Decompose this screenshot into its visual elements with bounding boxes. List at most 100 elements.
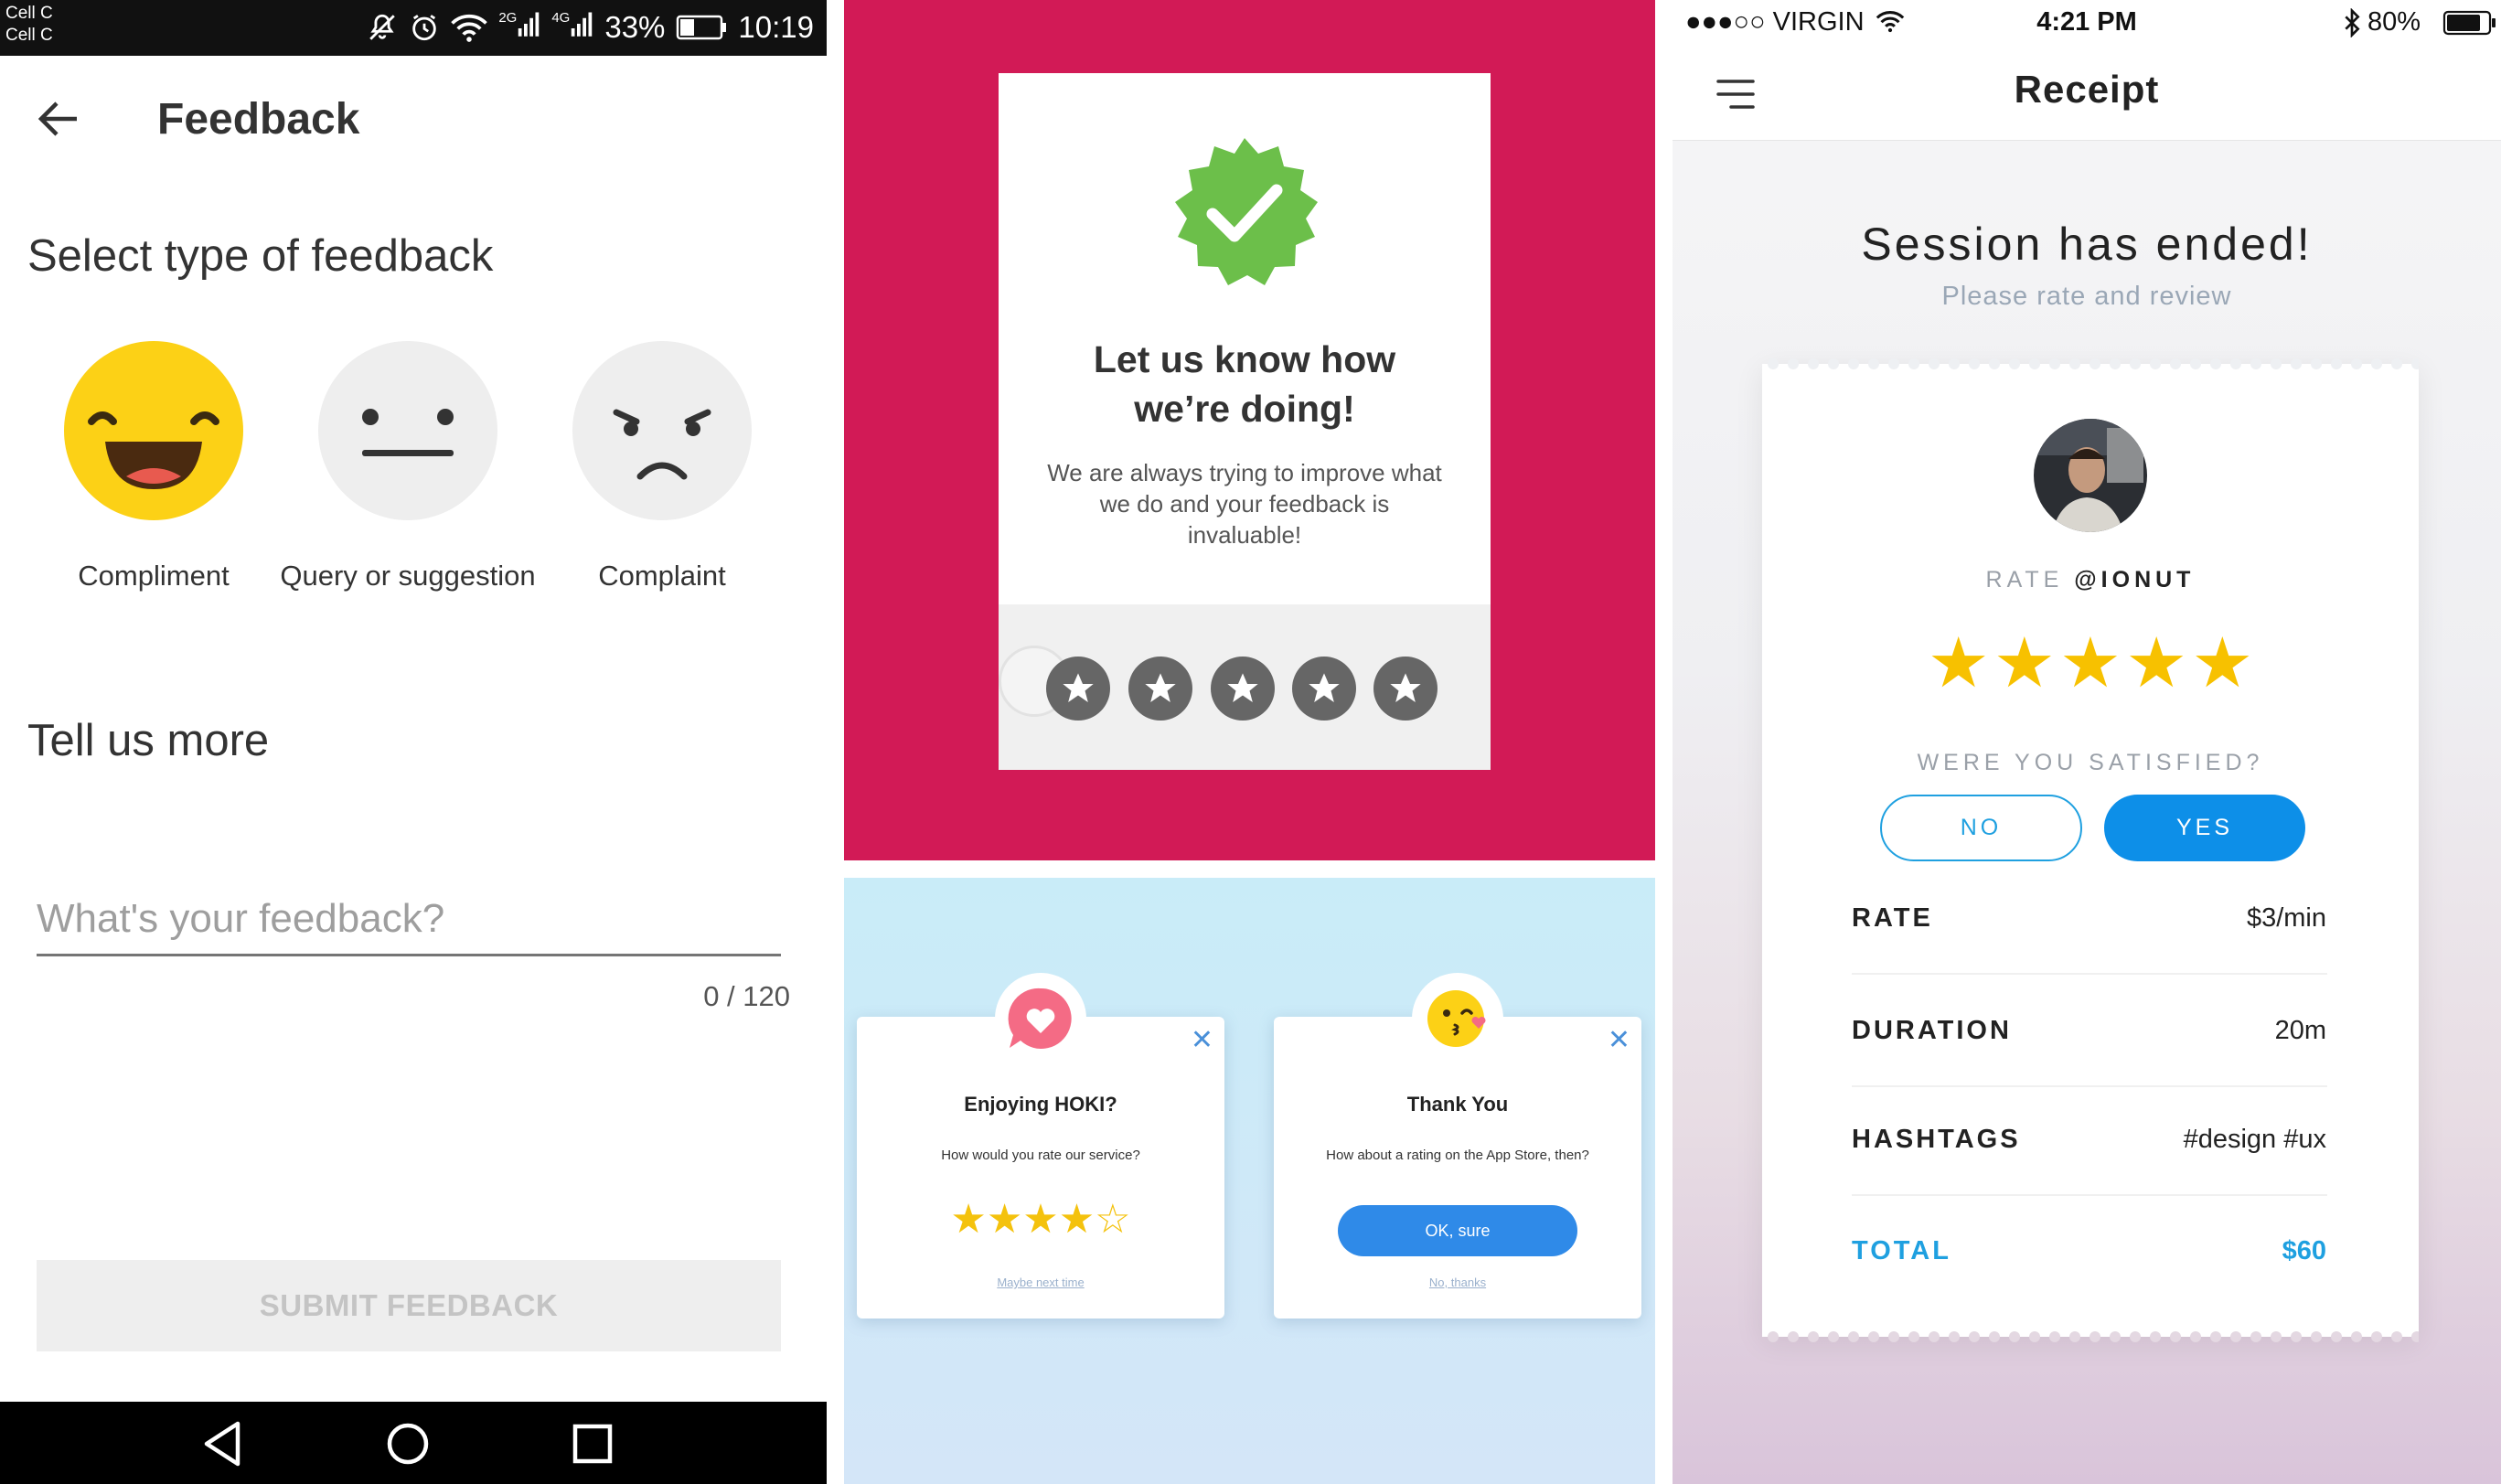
rate-row-value: $3/min [2246, 903, 2326, 933]
nav-back-icon[interactable] [201, 1420, 245, 1468]
row-divider [1852, 1085, 2327, 1087]
dialog-badge [995, 973, 1086, 1064]
star-empty-5[interactable]: ☆ [1095, 1200, 1130, 1240]
dialog-badge [1412, 973, 1503, 1064]
star-button-4[interactable] [1292, 657, 1356, 721]
ticket-scallop [2311, 358, 2322, 369]
carrier-1: Cell C [5, 4, 53, 23]
ticket-scallop [1989, 1331, 2000, 1342]
star-icon [1309, 673, 1340, 702]
duration-row-key: DURATION [1852, 1016, 2012, 1045]
submit-feedback-button[interactable]: SUBMIT FEEDBACK [37, 1260, 781, 1351]
signal-icon [518, 12, 540, 37]
row-divider [1852, 973, 2327, 975]
ticket-scallop [1768, 1331, 1779, 1342]
ticket-scallop [2090, 358, 2100, 369]
yes-button[interactable]: YES [2104, 795, 2305, 861]
star-icon [1063, 673, 1094, 702]
clock: 10:19 [738, 10, 814, 44]
star-3[interactable]: ★ [2059, 629, 2122, 699]
ticket-scallop [2331, 358, 2342, 369]
ticket-scallop [1969, 358, 1980, 369]
close-icon[interactable]: ✕ [1191, 1024, 1213, 1056]
ticket-scallop [2291, 358, 2302, 369]
ticket-scallop [1868, 358, 1879, 369]
ticket-scallop [2069, 358, 2080, 369]
receipt-screen: ●●●○○ VIRGIN 4:21 PM 80% Receipt Session… [1673, 0, 2501, 1484]
ticket-scallop [1929, 358, 1940, 369]
star-filled-4[interactable]: ★ [1059, 1200, 1095, 1240]
no-thanks-link[interactable]: No, thanks [1274, 1276, 1641, 1289]
maybe-next-time-link[interactable]: Maybe next time [857, 1276, 1224, 1289]
bluetooth-icon [2345, 8, 2360, 37]
ticket-scallop [1768, 358, 1779, 369]
nav-home-icon[interactable] [386, 1422, 430, 1466]
query-option[interactable] [318, 341, 497, 520]
verified-badge-icon [1175, 138, 1318, 285]
ticket-scallop [2311, 1331, 2322, 1342]
ticket-scallop [2371, 1331, 2382, 1342]
star-4[interactable]: ★ [2125, 629, 2187, 699]
feedback-screen: Cell C Cell C 2G 4G 33% 10:19 Feedback S… [0, 0, 827, 1484]
rating-stars[interactable]: ★★★★★ [1762, 629, 2419, 699]
star-button-3[interactable] [1211, 657, 1275, 721]
dialog-star-rating[interactable]: ★★★★☆ [857, 1200, 1224, 1240]
nav-recents-icon[interactable] [572, 1424, 613, 1464]
ios-nav-bar: Receipt [1673, 48, 2501, 141]
ticket-scallop [1949, 358, 1960, 369]
enjoying-dialog: ✕ Enjoying HOKI? How would you rate our … [857, 973, 1224, 1319]
session-subtitle: Please rate and review [1941, 282, 2232, 311]
ticket-scallop [2210, 358, 2221, 369]
status-bar: Cell C Cell C 2G 4G 33% 10:19 [0, 0, 827, 56]
star-button-5[interactable] [1373, 657, 1438, 721]
ok-sure-button[interactable]: OK, sure [1338, 1205, 1577, 1256]
ticket-scallop [1989, 358, 2000, 369]
close-icon[interactable]: ✕ [1608, 1024, 1630, 1056]
star-icon [1390, 673, 1421, 702]
ticket-scallop [2150, 1331, 2161, 1342]
star-button-2[interactable] [1128, 657, 1192, 721]
compliment-option[interactable] [64, 341, 243, 520]
happy-face-icon [88, 411, 219, 489]
ticket-scallop [1908, 358, 1919, 369]
rating-heading-line2: we’re doing! [1134, 388, 1355, 430]
tell-us-more-heading: Tell us more [27, 716, 270, 765]
ticket-scallop [2351, 1331, 2362, 1342]
star-1[interactable]: ★ [1928, 629, 1990, 699]
ticket-scallop [2029, 358, 2040, 369]
status-icons: 2G 4G 33% 10:19 [367, 7, 814, 48]
complaint-option[interactable] [572, 341, 752, 520]
star-5[interactable]: ★ [2191, 629, 2253, 699]
star-filled-2[interactable]: ★ [987, 1200, 1022, 1240]
ticket-scallop [1828, 358, 1839, 369]
signal-icon-2 [572, 12, 593, 37]
rating-prompt-screen: Let us know how we’re doing! We are alwa… [844, 0, 1655, 860]
star-filled-1[interactable]: ★ [950, 1200, 986, 1240]
ticket-scallop [2090, 1331, 2100, 1342]
star-2[interactable]: ★ [1993, 629, 2056, 699]
ticket-scallop [1908, 1331, 1919, 1342]
total-row-value: $60 [2282, 1236, 2326, 1265]
page-title: Feedback [157, 95, 360, 144]
ticket-scallop [1848, 358, 1859, 369]
no-button[interactable]: NO [1880, 795, 2082, 861]
rate-prefix: RATE [1985, 567, 2075, 593]
feedback-input[interactable]: What's your feedback? [37, 896, 444, 942]
ticket-scallop [1949, 1331, 1960, 1342]
ticket-scallop [2170, 1331, 2181, 1342]
ticket-scallop [2110, 358, 2121, 369]
ticket-scallop [2351, 358, 2362, 369]
ticket-scallop [1848, 1331, 1859, 1342]
rate-user-label: RATE @IONUT [1762, 567, 2419, 593]
rate-username: @IONUT [2074, 567, 2196, 593]
ticket-scallop [2331, 1331, 2342, 1342]
back-arrow-icon[interactable] [37, 101, 79, 137]
ticket-scallop [2130, 358, 2141, 369]
dialog-text: How would you rate our service? [941, 1148, 1140, 1163]
star-button-1[interactable] [1046, 657, 1110, 721]
star-icon [1227, 673, 1258, 702]
hashtags-row-key: HASHTAGS [1852, 1125, 2021, 1154]
dialog-text: How about a rating on the App Store, the… [1326, 1148, 1589, 1163]
ticket-scallop [2411, 358, 2419, 369]
star-filled-3[interactable]: ★ [1022, 1200, 1058, 1240]
